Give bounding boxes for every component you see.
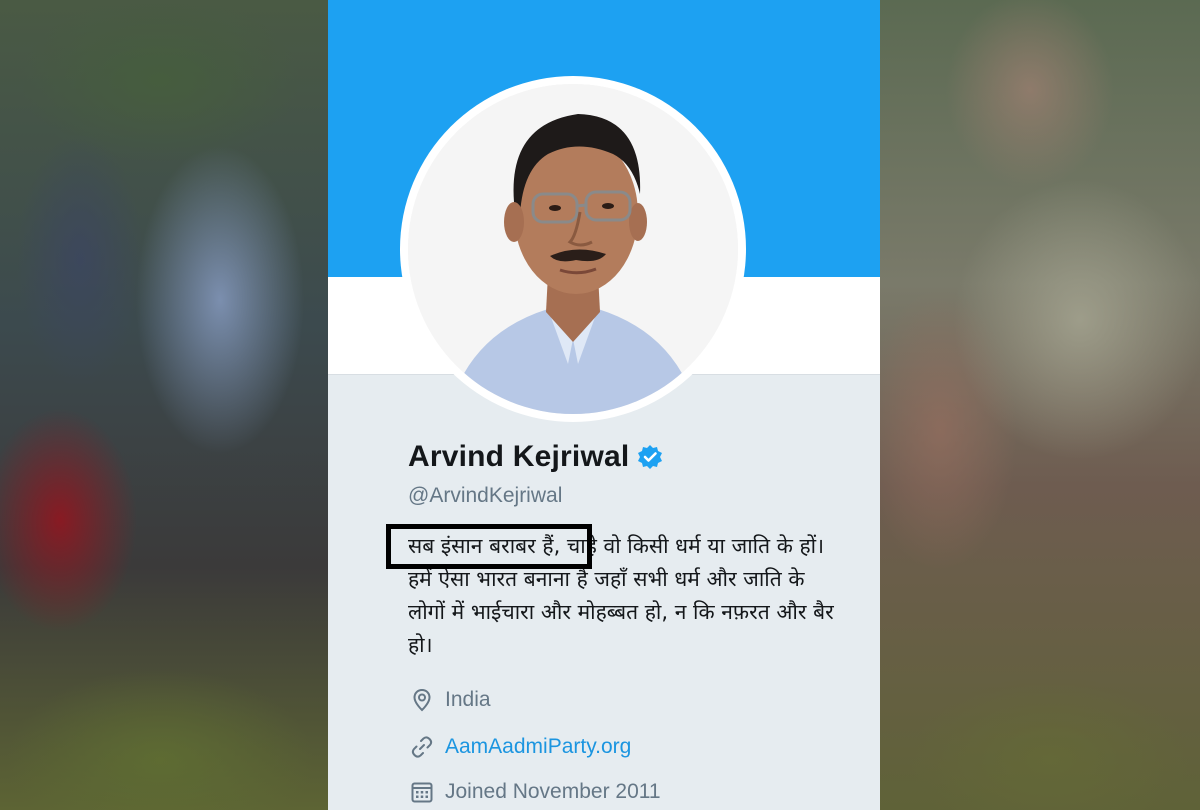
blurred-background-right bbox=[880, 0, 1200, 810]
joined-text: Joined November 2011 bbox=[445, 780, 661, 803]
profile-name-row: Arvind Kejriwal bbox=[408, 440, 663, 474]
calendar-icon bbox=[410, 780, 434, 804]
avatar-portrait bbox=[408, 84, 738, 414]
avatar[interactable] bbox=[408, 84, 738, 414]
profile-name[interactable]: Arvind Kejriwal bbox=[408, 440, 629, 474]
highlight-annotation-box bbox=[386, 524, 592, 569]
profile-website: AamAadmiParty.org bbox=[410, 735, 631, 759]
profile-card: Arvind Kejriwal @ArvindKejriwal सब इंसान… bbox=[328, 0, 880, 810]
profile-handle[interactable]: @ArvindKejriwal bbox=[408, 484, 562, 508]
profile-joined: Joined November 2011 bbox=[410, 780, 661, 804]
profile-location: India bbox=[410, 688, 491, 712]
link-icon bbox=[410, 735, 434, 759]
blurred-background-left bbox=[0, 0, 328, 810]
website-link[interactable]: AamAadmiParty.org bbox=[445, 735, 631, 759]
location-text: India bbox=[445, 688, 491, 711]
verified-badge-icon bbox=[637, 444, 663, 470]
location-pin-icon bbox=[410, 688, 434, 712]
